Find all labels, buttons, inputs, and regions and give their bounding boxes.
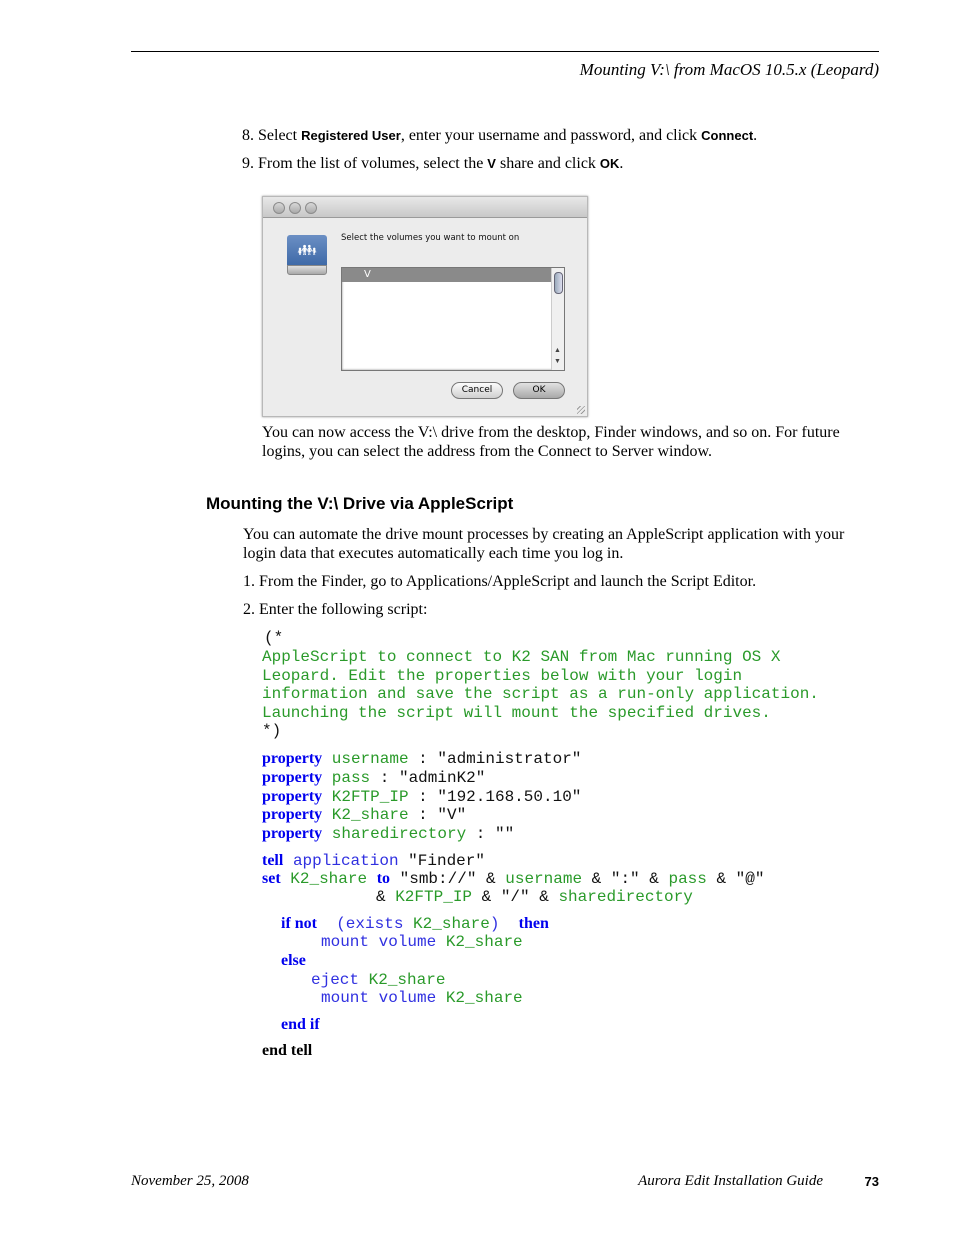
property-line: property sharedirectory : "" <box>262 825 515 843</box>
property-line: property K2_share : "V" <box>262 806 467 824</box>
comment-line: Launching the script will mount the spec… <box>262 704 771 722</box>
scroll-up-arrow-icon[interactable]: ▲ <box>554 346 561 354</box>
set-continuation-line: & K2FTP_IP & "/" & sharedirectory <box>376 888 693 906</box>
ui-term: Connect <box>701 128 754 143</box>
mount-volumes-dialog: 👪︎ Select the volumes you want to mount … <box>262 196 588 417</box>
section-intro: You can automate the drive mount process… <box>243 526 845 562</box>
eject-line: eject K2_share <box>311 971 446 989</box>
set-line: set K2_share to "smb://" & username & ":… <box>262 870 765 888</box>
step-9: 9. From the list of volumes, select the … <box>242 155 624 172</box>
property-line: property K2FTP_IP : "192.168.50.10" <box>262 788 582 806</box>
comment-open: (* <box>264 629 284 647</box>
comment-line: Leopard. Edit the properties below with … <box>262 667 743 685</box>
dialog-prompt: Select the volumes you want to mount on <box>341 233 520 243</box>
property-line: property pass : "adminK2" <box>262 769 486 787</box>
minimize-window-button[interactable] <box>289 202 301 214</box>
scroll-down-arrow-icon[interactable]: ▼ <box>554 357 561 365</box>
mount-line: mount volume K2_share <box>321 989 523 1007</box>
network-drive-icon: 👪︎ <box>287 235 327 277</box>
resize-grip-icon[interactable] <box>577 406 585 414</box>
if-line: if not (exists K2_share) then <box>281 915 549 933</box>
section-heading: Mounting the V:\ Drive via AppleScript <box>206 494 514 513</box>
list-scrollbar[interactable]: ▲ ▼ <box>551 268 564 370</box>
footer-date: November 25, 2008 <box>131 1173 249 1189</box>
mount-line: mount volume K2_share <box>321 933 523 951</box>
step-8: 8. Select Registered User, enter your us… <box>242 127 758 144</box>
ui-term: V <box>487 156 496 171</box>
page-number: 73 <box>864 1174 879 1189</box>
close-window-button[interactable] <box>273 202 285 214</box>
ui-term: Registered User <box>301 128 401 143</box>
ui-term: OK <box>599 156 620 171</box>
volume-item-v[interactable]: V <box>342 268 552 282</box>
script-step-2: 2. Enter the following script: <box>243 601 428 618</box>
zoom-window-button[interactable] <box>305 202 317 214</box>
running-header: Mounting V:\ from MacOS 10.5.x (Leopard) <box>579 60 879 79</box>
cancel-button[interactable]: Cancel <box>451 382 503 399</box>
header-rule <box>131 51 879 52</box>
volumes-list[interactable]: V ▲ ▼ <box>341 267 565 371</box>
ok-button[interactable]: OK <box>513 382 565 399</box>
property-line: property username : "administrator" <box>262 750 582 768</box>
end-tell-line: end tell <box>262 1042 313 1059</box>
comment-line: information and save the script as a run… <box>262 685 819 703</box>
after-dialog-text: You can now access the V:\ drive from th… <box>262 424 840 460</box>
tell-line: tell application "Finder" <box>262 852 485 870</box>
comment-line: AppleScript to connect to K2 SAN from Ma… <box>262 648 781 666</box>
dialog-titlebar <box>263 197 587 218</box>
comment-close: *) <box>262 722 282 740</box>
script-step-1: 1. From the Finder, go to Applications/A… <box>243 573 757 590</box>
footer-doc-title: Aurora Edit Installation Guide <box>638 1173 823 1189</box>
scroll-thumb[interactable] <box>554 272 563 294</box>
else-line: else <box>281 952 306 969</box>
end-if-line: end if <box>281 1016 320 1033</box>
